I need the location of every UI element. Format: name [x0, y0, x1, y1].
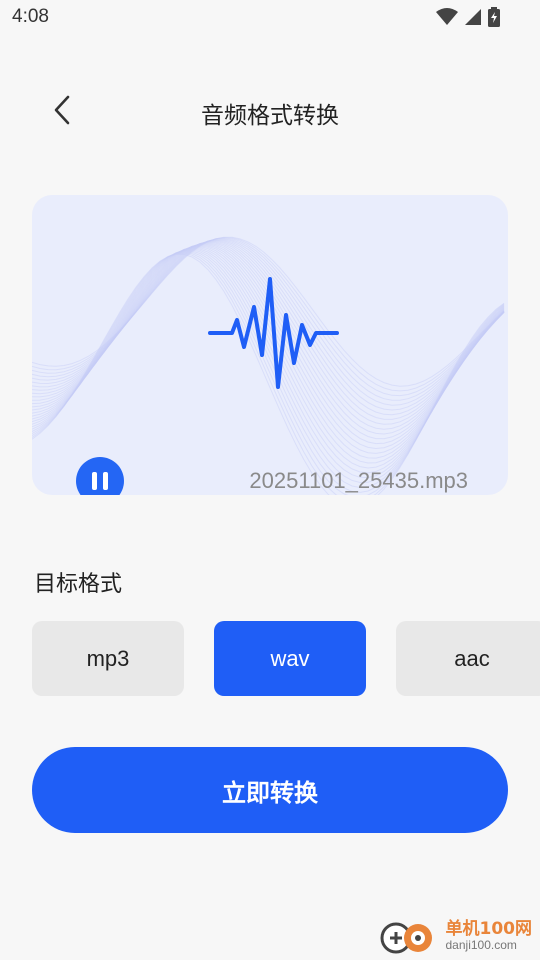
- pause-icon: [92, 472, 97, 490]
- battery-icon: [488, 7, 500, 27]
- convert-button[interactable]: 立即转换: [32, 747, 508, 833]
- watermark-title: 单机100网: [445, 919, 533, 940]
- page-title: 音频格式转换: [201, 103, 339, 129]
- status-icons: [436, 7, 500, 27]
- watermark-site: danji100.com: [445, 937, 517, 952]
- audio-preview-card: 20251101_25435.mp3: [32, 195, 508, 495]
- watermark-logo-icon: [380, 922, 432, 954]
- format-option-mp3[interactable]: mp3: [32, 621, 184, 696]
- watermark: 单机100网 danji100.com: [376, 916, 533, 956]
- header: 音频格式转换: [0, 80, 540, 142]
- status-bar: 4:08: [0, 0, 540, 36]
- target-format-label: 目标格式: [34, 572, 123, 597]
- wifi-icon: [436, 8, 458, 25]
- format-option-aac[interactable]: aac: [396, 621, 540, 696]
- status-time: 4:08: [12, 6, 49, 27]
- format-option-wav[interactable]: wav: [214, 621, 366, 696]
- waveform-illustration: [32, 236, 505, 495]
- audio-filename: 20251101_25435.mp3: [249, 468, 468, 493]
- cell-signal-icon: [465, 9, 481, 25]
- format-options: mp3 wav aac: [32, 621, 540, 696]
